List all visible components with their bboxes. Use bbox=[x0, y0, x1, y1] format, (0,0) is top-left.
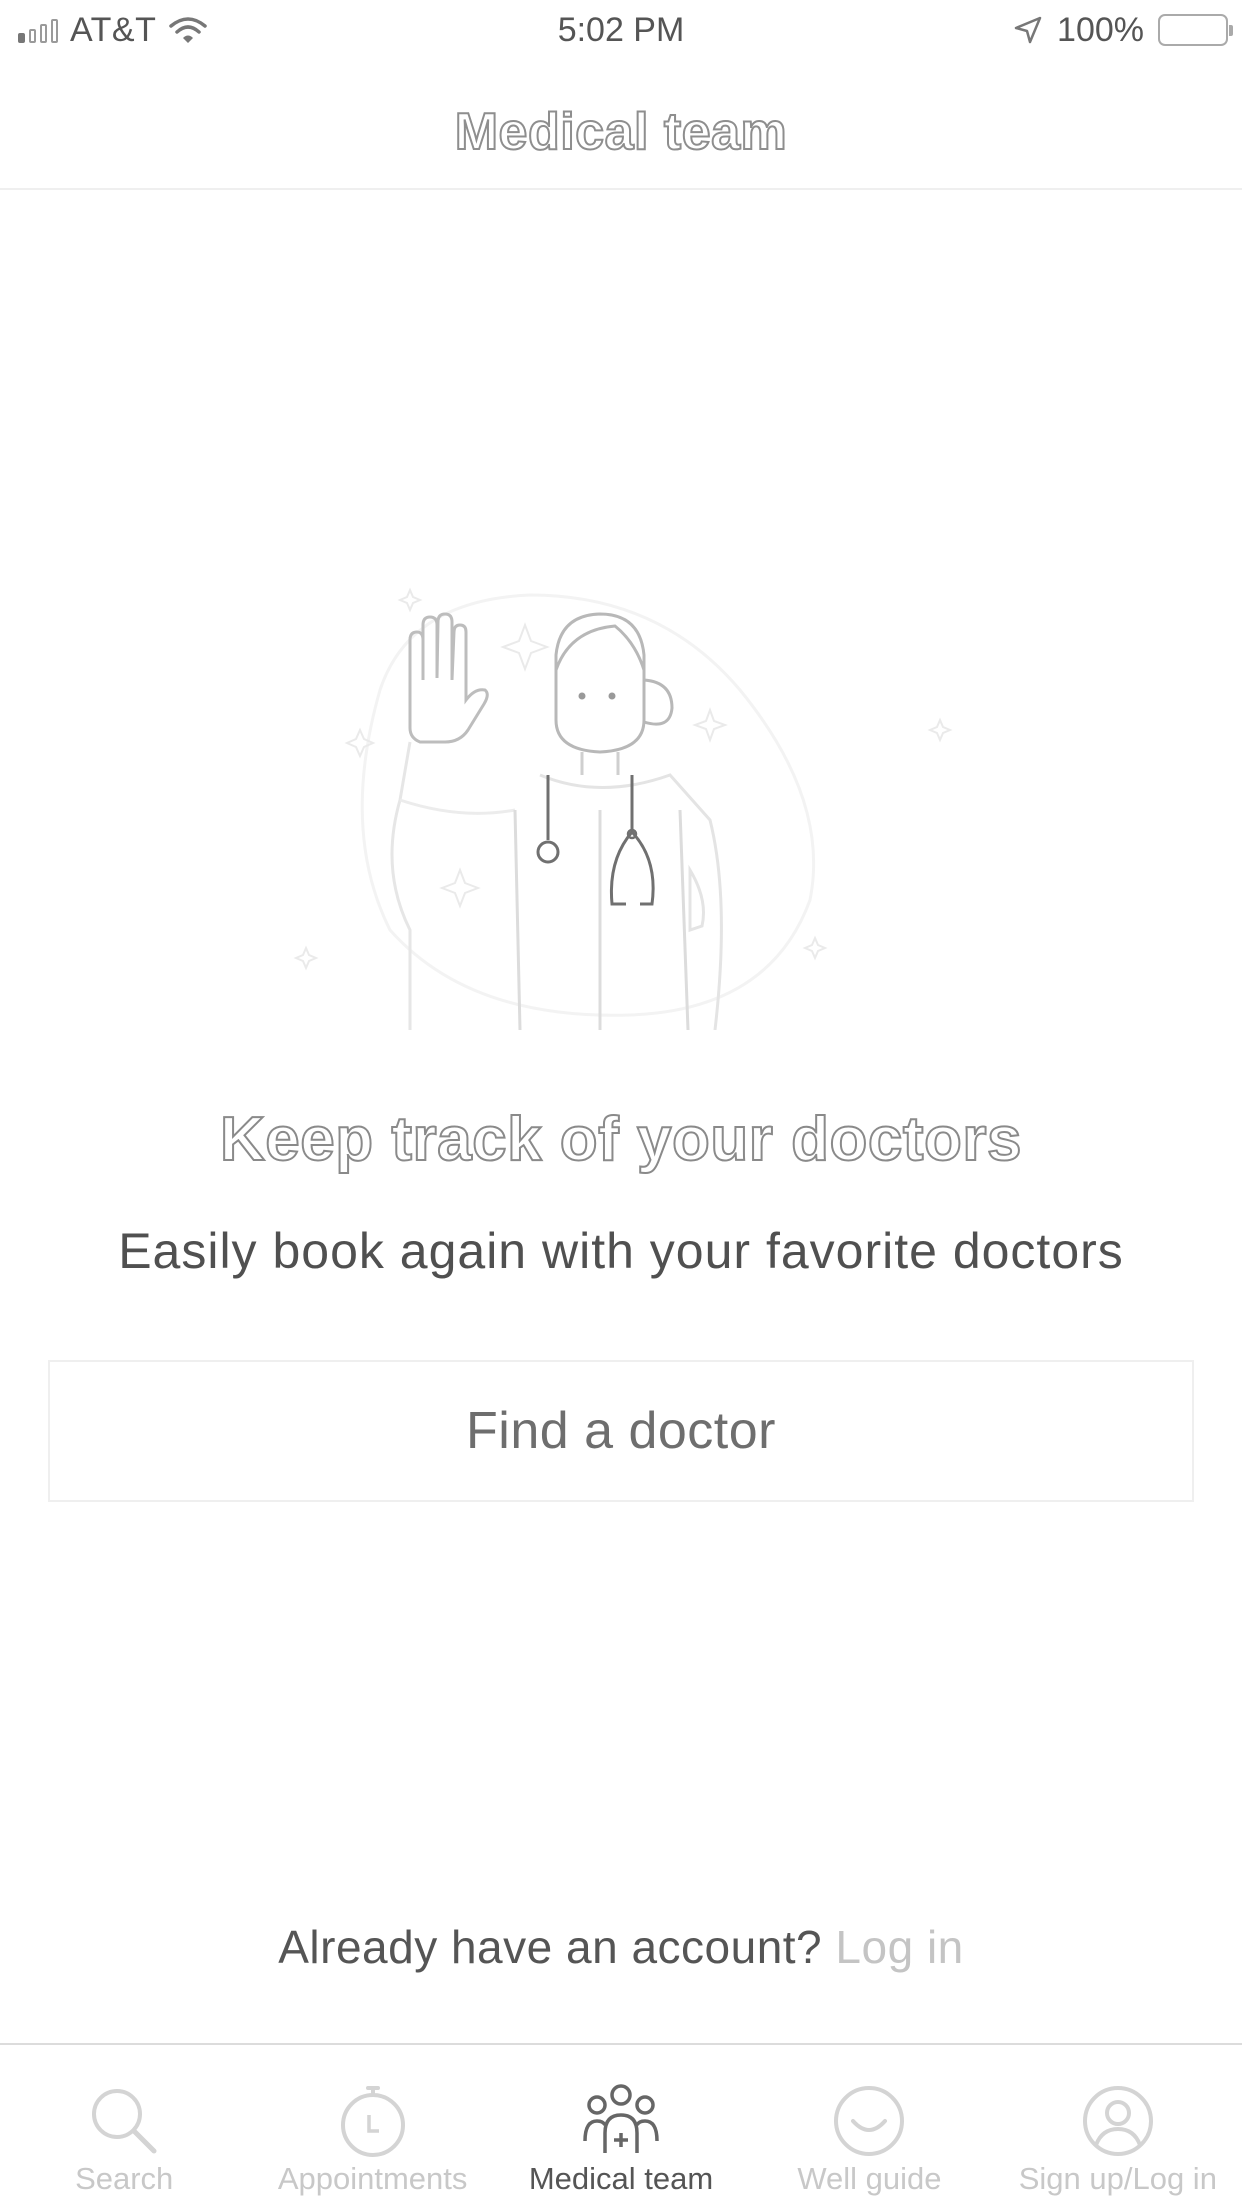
user-icon bbox=[1082, 2086, 1153, 2156]
find-doctor-label: Find a doctor bbox=[466, 1402, 776, 1460]
doctor-waving-illustration bbox=[293, 587, 953, 1030]
tab-search[interactable]: Search bbox=[0, 2045, 248, 2208]
account-prompt-text: Already have an account? bbox=[278, 1921, 823, 1973]
empty-state-headline: Keep track of your doctors bbox=[219, 1104, 1022, 1175]
tab-bar: Search Appointments Medical team Well gu… bbox=[0, 2043, 1242, 2208]
find-doctor-button[interactable]: Find a doctor bbox=[48, 1360, 1194, 1502]
search-icon bbox=[92, 2089, 157, 2154]
tab-label: Search bbox=[75, 2161, 174, 2196]
tab-label: Well guide bbox=[797, 2161, 942, 2196]
tab-label: Appointments bbox=[277, 2161, 468, 2196]
team-icon bbox=[583, 2084, 659, 2153]
battery-percentage: 100% bbox=[1057, 10, 1144, 49]
account-prompt: Already have an account? Log in bbox=[0, 1920, 1242, 1974]
clock-icon bbox=[340, 2086, 405, 2157]
nav-bar: Medical team bbox=[0, 62, 1242, 190]
tab-medical-team[interactable]: Medical team bbox=[497, 2045, 745, 2208]
tab-label: Sign up/Log in bbox=[1018, 2161, 1217, 2196]
tab-label: Medical team bbox=[528, 2161, 714, 2196]
page-title: Medical team bbox=[454, 102, 788, 162]
login-link[interactable]: Log in bbox=[835, 1921, 963, 1973]
location-arrow-icon bbox=[1014, 16, 1042, 44]
tab-well-guide[interactable]: Well guide bbox=[745, 2045, 993, 2208]
empty-state-subtitle: Easily book again with your favorite doc… bbox=[118, 1223, 1124, 1279]
status-right: 100% bbox=[1013, 8, 1233, 52]
tab-appointments[interactable]: Appointments bbox=[248, 2045, 496, 2208]
tab-sign-up-log-in[interactable]: Sign up/Log in bbox=[994, 2045, 1242, 2208]
status-bar: AT&T 5:02 PM 100% bbox=[0, 0, 1242, 62]
smile-icon bbox=[834, 2086, 905, 2156]
battery-icon bbox=[1158, 14, 1233, 46]
